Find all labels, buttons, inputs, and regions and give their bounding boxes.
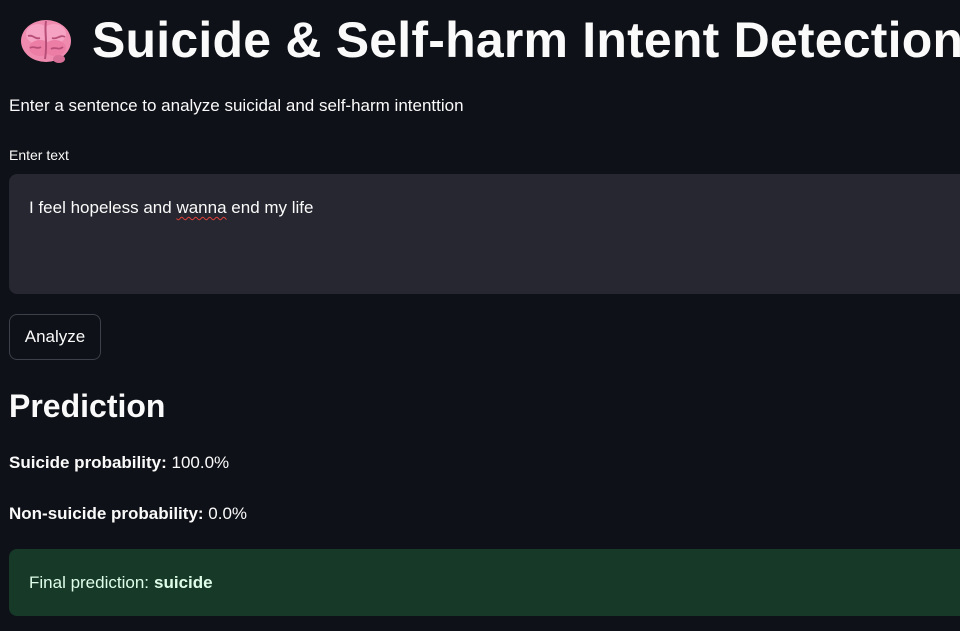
text-input-value-end: end my life	[226, 198, 314, 217]
text-input[interactable]: I feel hopeless and wanna end my life	[9, 174, 960, 294]
suicide-probability-label: Suicide probability:	[9, 453, 167, 472]
final-prediction-label: Final prediction:	[29, 572, 150, 592]
non-suicide-probability-value: 0.0%	[208, 504, 248, 523]
text-input-label: Enter text	[9, 147, 69, 163]
page-subtitle: Enter a sentence to analyze suicidal and…	[9, 96, 464, 115]
suicide-probability: Suicide probability: 100.0%	[9, 453, 229, 473]
non-suicide-probability-label: Non-suicide probability:	[9, 504, 204, 523]
text-input-value-start: I feel hopeless and	[29, 198, 177, 217]
header: Suicide & Self-harm Intent Detection	[18, 10, 960, 70]
brain-icon	[18, 12, 74, 68]
page-title: Suicide & Self-harm Intent Detection	[92, 12, 960, 68]
non-suicide-probability: Non-suicide probability: 0.0%	[9, 504, 247, 524]
analyze-button[interactable]: Analyze	[9, 314, 101, 360]
final-prediction-value: suicide	[154, 572, 213, 592]
prediction-heading: Prediction	[9, 388, 166, 424]
spellcheck-word: wanna	[176, 198, 227, 217]
final-prediction-alert: Final prediction: suicide	[9, 549, 960, 616]
app-page: Suicide & Self-harm Intent Detection Ent…	[0, 0, 960, 631]
suicide-probability-value: 100.0%	[171, 453, 230, 472]
